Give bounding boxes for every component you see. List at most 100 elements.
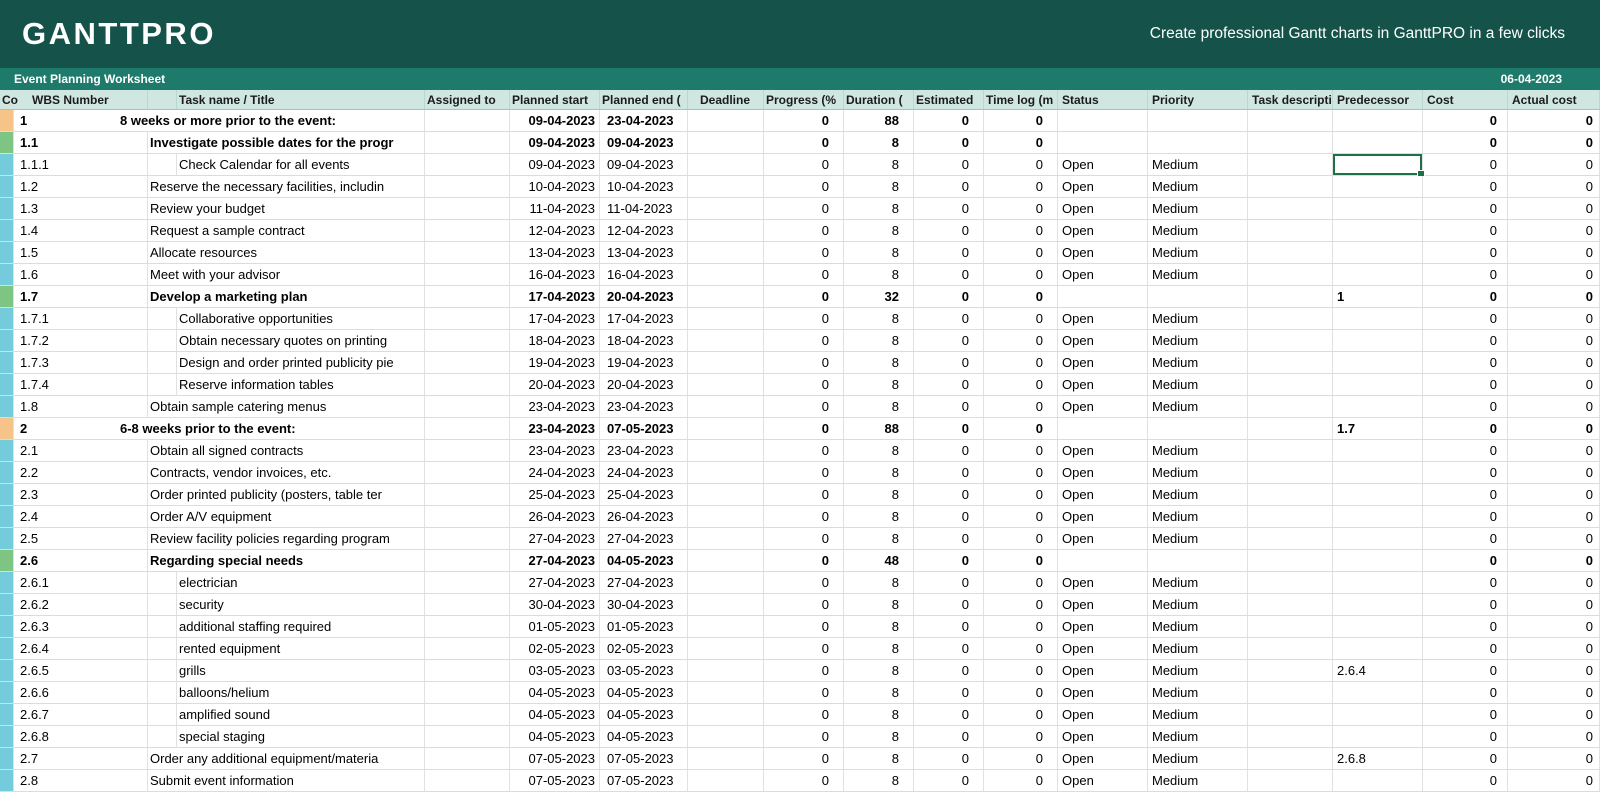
cell-predecessor[interactable]: 1.7: [1333, 418, 1423, 439]
cell-wbs[interactable]: 1.4: [14, 220, 148, 241]
cell-estimated[interactable]: 0: [914, 374, 984, 395]
cell-planned_start[interactable]: 24-04-2023: [510, 462, 600, 483]
cell-estimated[interactable]: 0: [914, 242, 984, 263]
row-color-tag[interactable]: [0, 506, 14, 527]
cell-predecessor[interactable]: [1333, 550, 1423, 571]
cell-wbs[interactable]: 2.6.6: [14, 682, 148, 703]
cell-status[interactable]: Open: [1058, 374, 1148, 395]
cell-deadline[interactable]: [688, 770, 764, 791]
cell-planned_end[interactable]: 23-04-2023: [600, 110, 688, 131]
task-title[interactable]: Obtain sample catering menus: [150, 396, 329, 417]
cell-indent[interactable]: [148, 154, 177, 175]
cell-wbs[interactable]: 1.7.3: [14, 352, 148, 373]
cell-estimated[interactable]: 0: [914, 550, 984, 571]
cell-planned_start[interactable]: 11-04-2023: [510, 198, 600, 219]
cell-task_desc[interactable]: [1248, 110, 1333, 131]
cell-task_desc[interactable]: [1248, 726, 1333, 747]
cell-cost[interactable]: 0: [1423, 616, 1508, 637]
cell-progress[interactable]: 0: [764, 220, 844, 241]
cell-deadline[interactable]: [688, 330, 764, 351]
cell-status[interactable]: Open: [1058, 770, 1148, 791]
cell-status[interactable]: Open: [1058, 154, 1148, 175]
cell-assigned[interactable]: [425, 770, 510, 791]
cell-cost[interactable]: 0: [1423, 396, 1508, 417]
row-color-tag[interactable]: [0, 550, 14, 571]
cell-planned_end[interactable]: 16-04-2023: [600, 264, 688, 285]
cell-planned_end[interactable]: 04-05-2023: [600, 550, 688, 571]
cell-duration[interactable]: 8: [844, 616, 914, 637]
cell-status[interactable]: Open: [1058, 484, 1148, 505]
cell-task_desc[interactable]: [1248, 330, 1333, 351]
row-color-tag[interactable]: [0, 286, 14, 307]
cell-actual_cost[interactable]: 0: [1508, 660, 1600, 681]
cell-planned_start[interactable]: 12-04-2023: [510, 220, 600, 241]
cell-priority[interactable]: Medium: [1148, 440, 1248, 461]
cell-status[interactable]: Open: [1058, 330, 1148, 351]
cell-deadline[interactable]: [688, 110, 764, 131]
col-header-task[interactable]: Task name / Title: [177, 90, 425, 109]
cell-priority[interactable]: Medium: [1148, 220, 1248, 241]
cell-timelog[interactable]: 0: [984, 506, 1058, 527]
cell-duration[interactable]: 8: [844, 198, 914, 219]
cell-estimated[interactable]: 0: [914, 484, 984, 505]
cell-estimated[interactable]: 0: [914, 264, 984, 285]
cell-assigned[interactable]: [425, 550, 510, 571]
cell-deadline[interactable]: [688, 594, 764, 615]
cell-indent[interactable]: [148, 616, 177, 637]
cell-status[interactable]: [1058, 132, 1148, 153]
cell-actual_cost[interactable]: 0: [1508, 616, 1600, 637]
cell-timelog[interactable]: 0: [984, 352, 1058, 373]
cell-estimated[interactable]: 0: [914, 220, 984, 241]
cell-timelog[interactable]: 0: [984, 440, 1058, 461]
cell-cost[interactable]: 0: [1423, 550, 1508, 571]
cell-timelog[interactable]: 0: [984, 264, 1058, 285]
cell-progress[interactable]: 0: [764, 616, 844, 637]
cell-duration[interactable]: 8: [844, 572, 914, 593]
cell-cost[interactable]: 0: [1423, 110, 1508, 131]
row-color-tag[interactable]: [0, 396, 14, 417]
cell-predecessor[interactable]: [1333, 484, 1423, 505]
cell-assigned[interactable]: [425, 264, 510, 285]
cell-task_desc[interactable]: [1248, 572, 1333, 593]
cell-wbs[interactable]: 2.6.2: [14, 594, 148, 615]
cell-timelog[interactable]: 0: [984, 484, 1058, 505]
cell-planned_end[interactable]: 17-04-2023: [600, 308, 688, 329]
cell-planned_start[interactable]: 27-04-2023: [510, 528, 600, 549]
cell-predecessor[interactable]: [1333, 352, 1423, 373]
cell-wbs[interactable]: 2.6: [14, 550, 148, 571]
cell-duration[interactable]: 48: [844, 550, 914, 571]
cell-task_desc[interactable]: [1248, 176, 1333, 197]
cell-status[interactable]: Open: [1058, 220, 1148, 241]
cell-planned_start[interactable]: 20-04-2023: [510, 374, 600, 395]
task-title[interactable]: 8 weeks or more prior to the event:: [120, 110, 339, 131]
cell-planned_end[interactable]: 23-04-2023: [600, 396, 688, 417]
cell-status[interactable]: Open: [1058, 726, 1148, 747]
cell-predecessor[interactable]: [1333, 264, 1423, 285]
cell-estimated[interactable]: 0: [914, 726, 984, 747]
cell-deadline[interactable]: [688, 616, 764, 637]
cell-estimated[interactable]: 0: [914, 594, 984, 615]
cell-status[interactable]: Open: [1058, 704, 1148, 725]
cell-priority[interactable]: Medium: [1148, 704, 1248, 725]
cell-actual_cost[interactable]: 0: [1508, 264, 1600, 285]
task-title[interactable]: rented equipment: [179, 638, 283, 659]
cell-indent[interactable]: [148, 594, 177, 615]
cell-deadline[interactable]: [688, 418, 764, 439]
col-header-duration[interactable]: Duration (: [844, 90, 914, 109]
cell-task_desc[interactable]: [1248, 352, 1333, 373]
cell-planned_end[interactable]: 20-04-2023: [600, 286, 688, 307]
cell-progress[interactable]: 0: [764, 176, 844, 197]
cell-task[interactable]: [177, 660, 425, 681]
cell-timelog[interactable]: 0: [984, 286, 1058, 307]
cell-planned_start[interactable]: 18-04-2023: [510, 330, 600, 351]
cell-duration[interactable]: 8: [844, 528, 914, 549]
task-title[interactable]: Collaborative opportunities: [179, 308, 335, 329]
cell-priority[interactable]: [1148, 550, 1248, 571]
cell-progress[interactable]: 0: [764, 638, 844, 659]
cell-assigned[interactable]: [425, 462, 510, 483]
cell-status[interactable]: Open: [1058, 638, 1148, 659]
cell-progress[interactable]: 0: [764, 704, 844, 725]
task-title[interactable]: Order any additional equipment/materia: [150, 748, 381, 769]
cell-estimated[interactable]: 0: [914, 506, 984, 527]
cell-indent[interactable]: [148, 682, 177, 703]
